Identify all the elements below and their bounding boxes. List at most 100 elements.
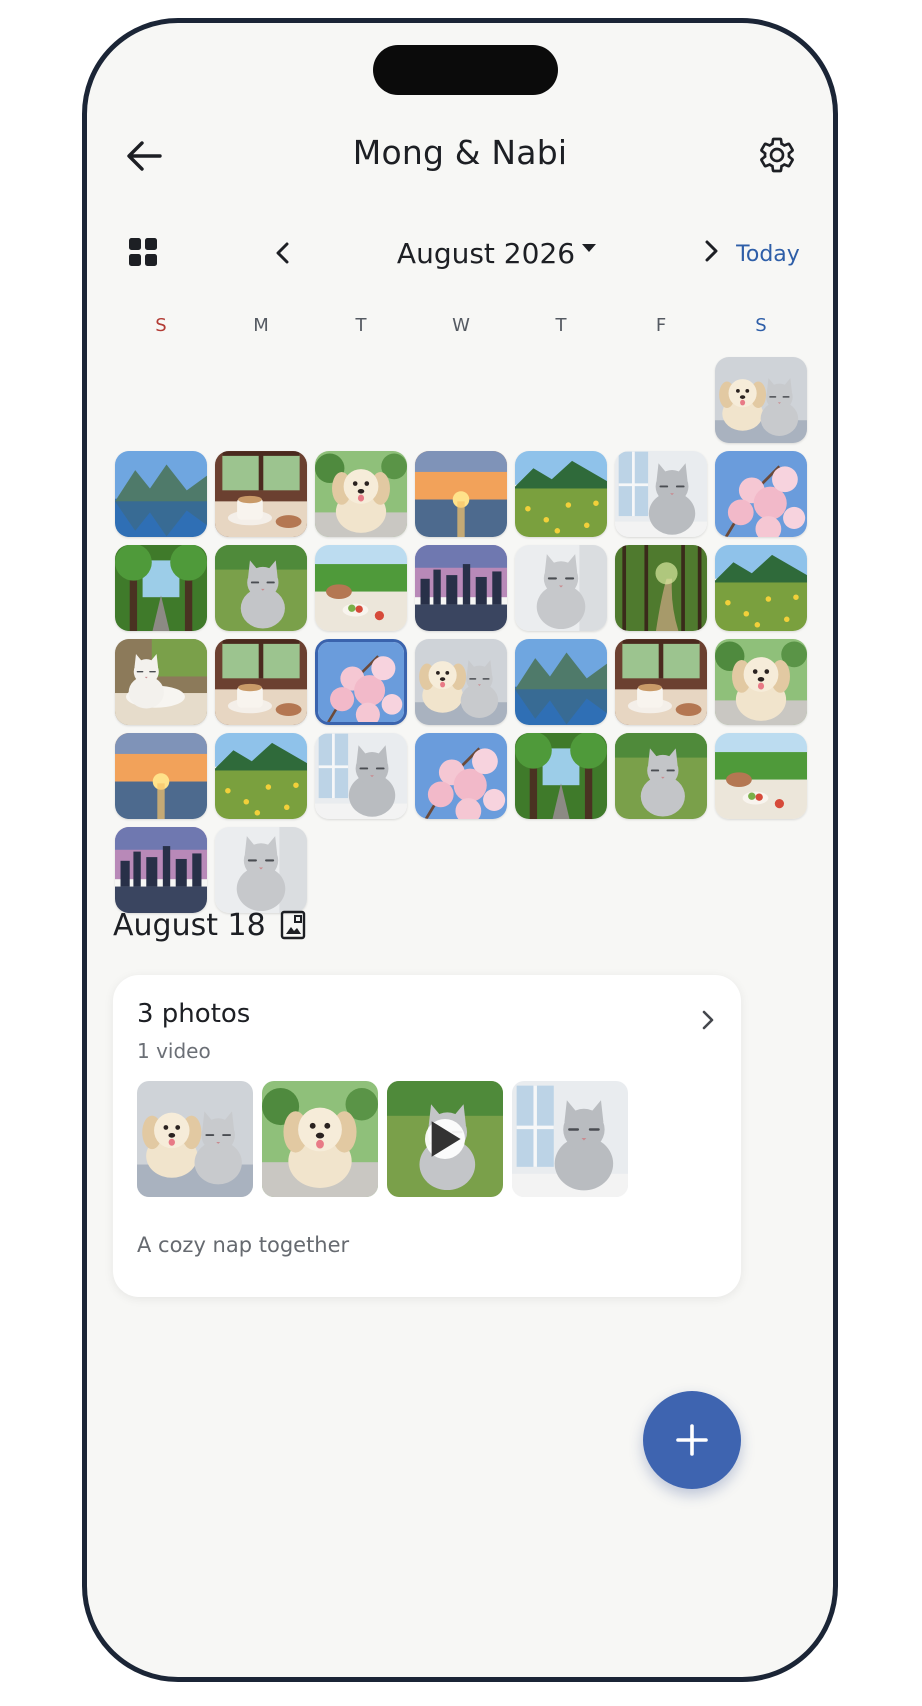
cat-in-grass-photo [215,545,307,631]
month-picker[interactable]: August 2026 [347,233,647,273]
coffee-cup-photo [615,639,707,725]
plus-icon [676,1424,708,1456]
chevron-right-icon [705,240,718,262]
wildflower-meadow-photo [215,733,307,819]
grid-view-button[interactable] [123,232,163,272]
forest-path-photo [615,545,707,631]
video-count: 1 video [137,1039,211,1063]
cat-by-window-photo [512,1081,628,1197]
calendar-day-23[interactable] [115,733,207,819]
calendar-day-29[interactable] [715,733,807,819]
calendar-day-27[interactable] [515,733,607,819]
photo-album-icon[interactable] [280,910,306,940]
calendar-day-26[interactable] [415,733,507,819]
media-thumbnail[interactable] [387,1081,503,1197]
weekday-header: S M T W T F S [111,315,811,341]
picnic-photo [315,545,407,631]
calendar-empty-cell [415,357,507,443]
calendar-day-11[interactable] [315,545,407,631]
calendar-day-6[interactable] [515,451,607,537]
calendar-day-4[interactable] [315,451,407,537]
wildflower-meadow-photo [715,545,807,631]
settings-button[interactable] [751,129,803,181]
cherry-blossoms-photo [415,733,507,819]
tree-path-photo [115,545,207,631]
cat-by-window-photo [315,733,407,819]
wildflower-meadow-photo [515,451,607,537]
selected-day-title: August 18 [113,907,266,943]
city-skyline-photo [415,545,507,631]
grey-cat-photo [215,827,307,913]
weekday-label-sun: S [155,315,167,336]
chevron-right-icon [702,1010,714,1030]
month-label: August 2026 [396,236,576,270]
previous-month-button[interactable] [263,233,303,273]
weekday-label-tue: T [355,315,367,336]
calendar-day-2[interactable] [115,451,207,537]
calendar-day-3[interactable] [215,451,307,537]
page-title: Mong & Nabi [352,133,568,172]
calendar-day-10[interactable] [215,545,307,631]
calendar-empty-cell [515,357,607,443]
calendar-day-16[interactable] [115,639,207,725]
media-thumbnail[interactable] [262,1081,378,1197]
today-button[interactable]: Today [727,237,809,271]
mountain-lake-photo [515,639,607,725]
mountain-lake-photo [115,451,207,537]
calendar-day-22[interactable] [715,639,807,725]
grey-cat-photo [515,545,607,631]
calendar-day-19[interactable] [415,639,507,725]
ocean-sunset-photo [415,451,507,537]
weekday-label-wed: W [452,315,470,336]
calendar-day-14[interactable] [615,545,707,631]
gear-icon [760,137,794,173]
calendar-day-15[interactable] [715,545,807,631]
media-thumbnails [137,1081,628,1197]
next-month-button[interactable] [691,231,731,271]
calendar-empty-cell [215,357,307,443]
add-button[interactable] [643,1391,741,1489]
weekday-label-mon: M [253,315,269,336]
weekday-label-thu: T [555,315,567,336]
calendar-day-21[interactable] [615,639,707,725]
coffee-cup-photo [215,639,307,725]
day-summary-card[interactable]: 3 photos 1 video A cozy nap together [113,975,741,1297]
calendar-day-13[interactable] [515,545,607,631]
calendar-day-17[interactable] [215,639,307,725]
calendar-day-9[interactable] [115,545,207,631]
open-day-button[interactable] [693,1005,723,1035]
picnic-photo [715,733,807,819]
calendar-day-24[interactable] [215,733,307,819]
white-dog-photo [262,1081,378,1197]
coffee-cup-photo [215,451,307,537]
calendar-day-5[interactable] [415,451,507,537]
calendar-day-25[interactable] [315,733,407,819]
calendar-day-28[interactable] [615,733,707,819]
calendar-day-30[interactable] [115,827,207,913]
media-thumbnail[interactable] [512,1081,628,1197]
calendar-empty-cell [315,357,407,443]
calendar-day-20[interactable] [515,639,607,725]
play-icon[interactable] [425,1119,465,1159]
calendar-empty-cell [115,357,207,443]
white-cat-photo [115,639,207,725]
dog-and-cat-photo [715,357,807,443]
white-dog-photo [715,639,807,725]
calendar-day-12[interactable] [415,545,507,631]
camera-notch [373,45,558,95]
calendar-day-8[interactable] [715,451,807,537]
calendar-day-7[interactable] [615,451,707,537]
dog-and-cat-photo [415,639,507,725]
calendar-day-31[interactable] [215,827,307,913]
phone-frame: Mong & Nabi August 2026 Today S M T W T … [82,18,838,1682]
city-skyline-photo [115,827,207,913]
cherry-blossoms-photo [318,642,404,722]
calendar-day-1[interactable] [715,357,807,443]
tree-path-photo [515,733,607,819]
chevron-left-icon [276,242,289,264]
selected-day-header: August 18 [113,905,306,945]
media-thumbnail[interactable] [137,1081,253,1197]
dog-and-cat-photo [137,1081,253,1197]
calendar-day-18[interactable] [315,639,407,725]
cherry-blossoms-photo [715,451,807,537]
